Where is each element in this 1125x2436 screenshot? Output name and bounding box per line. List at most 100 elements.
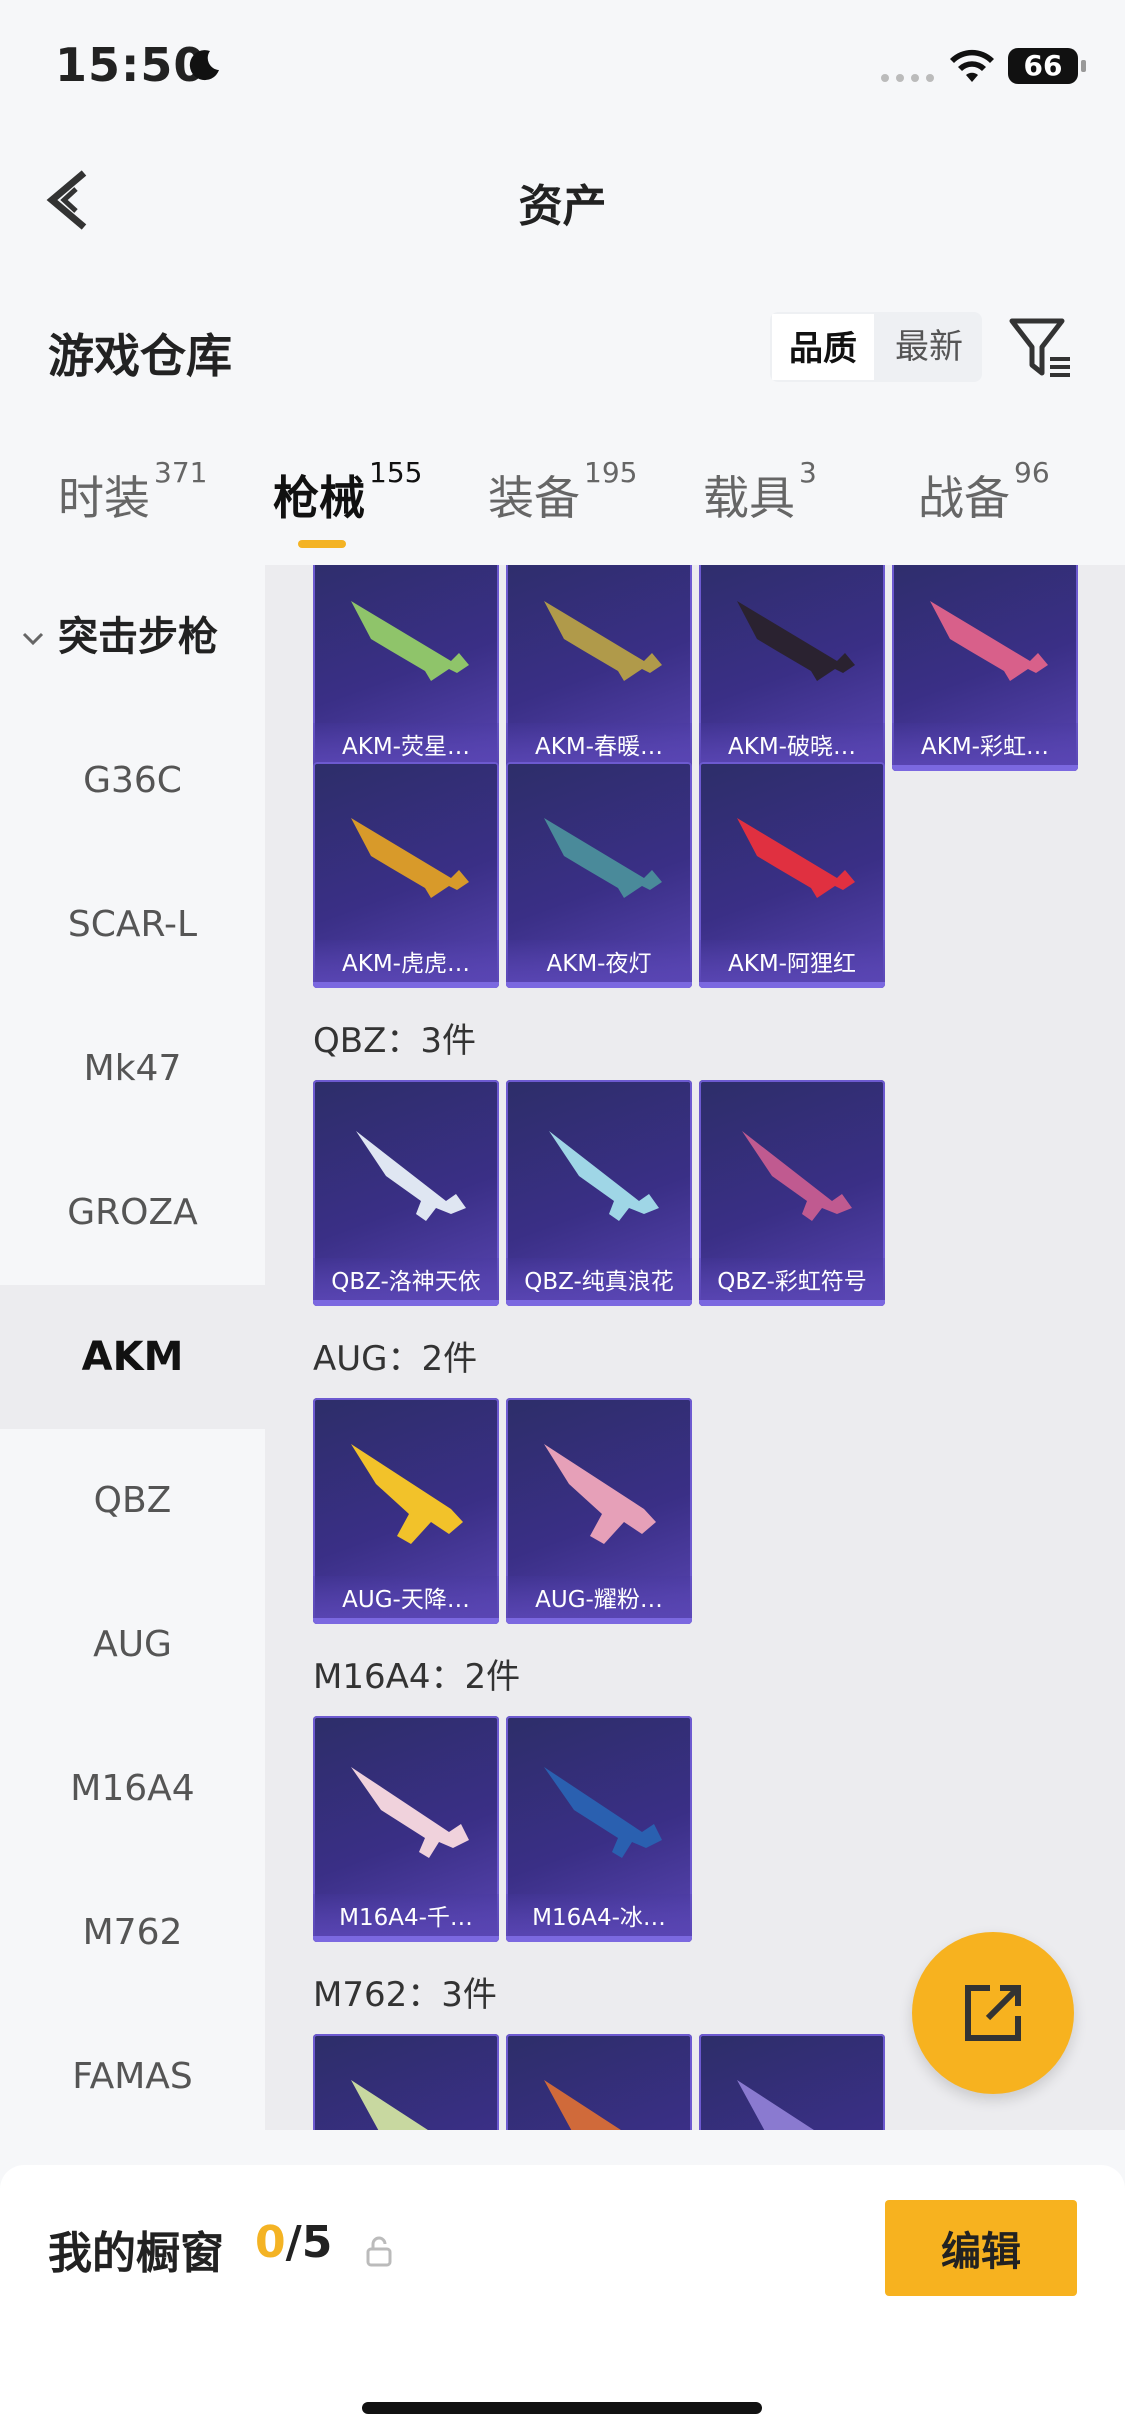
showcase-label: 我的橱窗: [48, 2228, 224, 2279]
showcase-bar: 我的橱窗 0/5 编辑: [0, 2165, 1125, 2436]
weapon-name: AUG-耀粉…: [506, 1576, 692, 1624]
qbz-row: QBZ-洛神天依 QBZ-纯真浪花 QBZ-彩虹符号: [313, 1080, 892, 1306]
tab-label: 装备: [488, 471, 580, 525]
weapon-card[interactable]: AKM-彩虹…: [892, 565, 1078, 771]
section-header: 游戏仓库 品质 最新: [0, 300, 1125, 400]
moon-icon: [189, 50, 219, 81]
sidebar-item-m762[interactable]: M762: [0, 1861, 265, 2005]
tab-supplies[interactable]: 战备 96: [918, 456, 1050, 528]
tab-count: 195: [584, 456, 638, 489]
showcase-count: 0/5: [255, 2217, 332, 2268]
weapon-grid: AKM-荧星… AKM-春暖… AKM-破晓… AKM-彩虹… AKM-虎虎… …: [265, 565, 1125, 2130]
tab-label: 枪械: [273, 471, 365, 525]
weapon-card[interactable]: AKM-春暖…: [506, 565, 692, 771]
weapon-card[interactable]: QBZ-彩虹符号: [699, 1080, 885, 1306]
weapon-name: AUG-天降…: [313, 1576, 499, 1624]
weapon-card[interactable]: [313, 2034, 499, 2130]
tab-equipment[interactable]: 装备 195: [488, 456, 637, 528]
tab-vehicles[interactable]: 载具 3: [703, 456, 817, 528]
sidebar-item-g36c[interactable]: G36C: [0, 709, 265, 853]
share-button[interactable]: [912, 1932, 1074, 2094]
weapon-card[interactable]: AKM-荧星…: [313, 565, 499, 771]
weapon-name: QBZ-彩虹符号: [699, 1258, 885, 1306]
rarity-bar: [313, 982, 499, 988]
battery-indicator: 66: [1008, 48, 1086, 84]
sidebar-item-mk47[interactable]: Mk47: [0, 997, 265, 1141]
rifle-icon: [351, 601, 469, 681]
tab-clothing[interactable]: 时装 371: [58, 456, 207, 528]
category-tabs: 时装 371 枪械 155 装备 195 载具 3 战备 96: [0, 450, 1125, 560]
sidebar-item-qbz[interactable]: QBZ: [0, 1429, 265, 1573]
weapon-card[interactable]: QBZ-洛神天依: [313, 1080, 499, 1306]
weapon-name: QBZ-洛神天依: [313, 1258, 499, 1306]
tab-count: 3: [799, 456, 817, 489]
weapon-card[interactable]: QBZ-纯真浪花: [506, 1080, 692, 1306]
group-title-m762: M762：3件: [313, 1975, 497, 2015]
weapon-card[interactable]: AKM-虎虎…: [313, 762, 499, 988]
rifle-icon: [544, 2080, 621, 2130]
weapon-name: AKM-夜灯: [506, 940, 692, 988]
sidebar-item-m16a4[interactable]: M16A4: [0, 1717, 265, 1861]
tab-label: 时装: [58, 471, 150, 525]
sidebar-item-groza[interactable]: GROZA: [0, 1141, 265, 1285]
weapon-card[interactable]: AUG-天降…: [313, 1398, 499, 1624]
sort-latest-button[interactable]: 最新: [876, 312, 982, 382]
sidebar-item-akm[interactable]: AKM: [0, 1285, 265, 1429]
group-title-m16a4: M16A4：2件: [313, 1657, 521, 1697]
weapon-card[interactable]: AKM-夜灯: [506, 762, 692, 988]
rifle-icon: [737, 818, 855, 898]
filter-icon[interactable]: [1008, 315, 1074, 381]
sort-toggle: 品质 最新: [770, 312, 982, 382]
weapon-card[interactable]: M16A4-冰…: [506, 1716, 692, 1942]
weapon-sidebar: 突击步枪 G36C SCAR-L Mk47 GROZA AKM QBZ AUG …: [0, 565, 265, 2130]
weapon-card[interactable]: [506, 2034, 692, 2130]
weapon-card[interactable]: AUG-耀粉…: [506, 1398, 692, 1624]
tab-count: 155: [369, 456, 423, 489]
rifle-icon: [737, 601, 855, 681]
weapon-card[interactable]: M16A4-千…: [313, 1716, 499, 1942]
rifle-icon: [930, 601, 1048, 681]
rarity-bar: [506, 982, 692, 988]
group-title-aug: AUG：2件: [313, 1339, 478, 1379]
signal-dots-icon: [881, 74, 934, 82]
sidebar-category-assault-rifles[interactable]: 突击步枪: [0, 565, 265, 709]
akm-row-2: AKM-虎虎… AKM-夜灯 AKM-阿狸红: [313, 762, 892, 988]
rifle-icon: [351, 818, 469, 898]
weapon-card[interactable]: AKM-破晓…: [699, 565, 885, 771]
weapon-name: AKM-阿狸红: [699, 940, 885, 988]
lock-icon: [366, 2236, 392, 2267]
tab-count: 371: [154, 456, 208, 489]
nav-bar: 资产: [0, 140, 1125, 260]
tab-label: 战备: [918, 471, 1010, 525]
rifle-icon: [742, 1131, 852, 1221]
rarity-bar: [699, 982, 885, 988]
tab-indicator: [298, 540, 346, 548]
share-icon: [965, 1985, 1021, 2041]
tab-firearms[interactable]: 枪械 155: [273, 456, 422, 528]
weapon-name: AKM-虎虎…: [313, 940, 499, 988]
group-title-qbz: QBZ：3件: [313, 1021, 477, 1061]
edit-button[interactable]: 编辑: [885, 2200, 1077, 2296]
sidebar-item-famas[interactable]: FAMAS: [0, 2005, 265, 2130]
weapon-card[interactable]: [699, 2034, 885, 2130]
rifle-icon: [544, 1767, 662, 1858]
status-time: 15:50: [55, 38, 207, 92]
weapon-card[interactable]: AKM-阿狸红: [699, 762, 885, 988]
home-indicator: [362, 2402, 762, 2414]
showcase-total: /5: [285, 2217, 333, 2268]
status-bar: 15:50 66: [0, 0, 1125, 140]
sidebar-item-aug[interactable]: AUG: [0, 1573, 265, 1717]
rarity-bar: [506, 1618, 692, 1624]
sidebar-category-label: 突击步枪: [58, 614, 218, 660]
rifle-icon: [737, 2080, 814, 2130]
rifle-icon: [544, 818, 662, 898]
rifle-icon: [549, 1131, 659, 1221]
sidebar-item-scar-l[interactable]: SCAR-L: [0, 853, 265, 997]
weapon-name: AKM-彩虹…: [892, 723, 1078, 771]
sort-quality-button[interactable]: 品质: [770, 312, 876, 382]
rifle-icon: [544, 601, 662, 681]
rifle-icon: [351, 2080, 428, 2130]
tab-label: 载具: [703, 471, 795, 525]
weapon-name: M16A4-千…: [313, 1894, 499, 1942]
rifle-icon: [351, 1767, 469, 1858]
